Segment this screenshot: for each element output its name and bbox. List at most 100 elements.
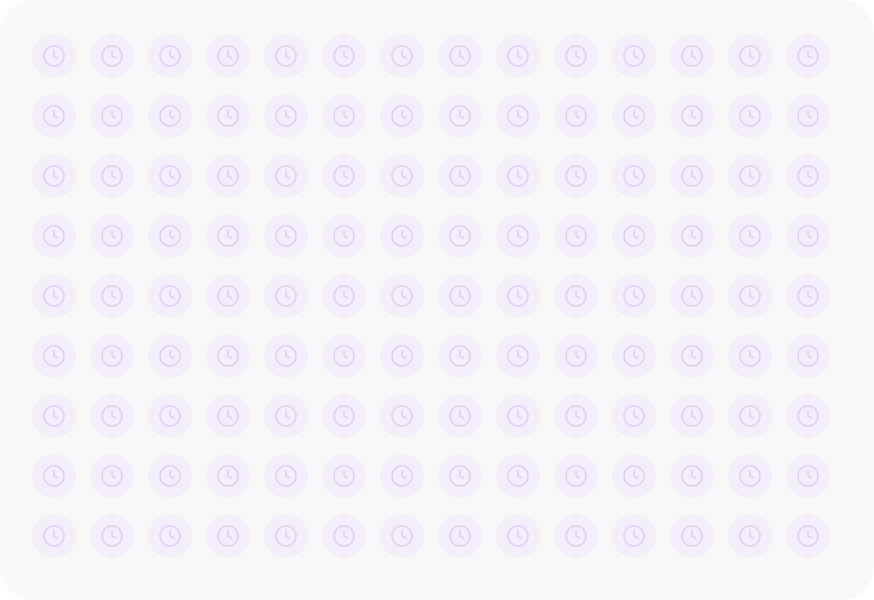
clock-icon — [623, 45, 645, 67]
clock-tile — [554, 514, 598, 558]
clock-tile — [670, 214, 714, 258]
clock-tile — [148, 274, 192, 318]
clock-tile — [670, 274, 714, 318]
clock-tile — [554, 274, 598, 318]
clock-icon — [275, 105, 297, 127]
clock-tile — [496, 94, 540, 138]
clock-tile — [380, 154, 424, 198]
clock-icon — [739, 165, 761, 187]
clock-tile — [786, 274, 830, 318]
clock-tile — [264, 334, 308, 378]
clock-icon — [507, 225, 529, 247]
clock-tile — [786, 154, 830, 198]
clock-tile — [496, 154, 540, 198]
clock-icon — [797, 45, 819, 67]
clock-tile — [670, 454, 714, 498]
clock-tile — [496, 394, 540, 438]
clock-tile — [380, 34, 424, 78]
clock-icon-grid — [32, 34, 830, 558]
clock-tile — [32, 394, 76, 438]
clock-icon — [275, 465, 297, 487]
clock-icon — [739, 465, 761, 487]
clock-icon — [391, 105, 413, 127]
clock-icon — [101, 285, 123, 307]
clock-tile — [496, 34, 540, 78]
clock-icon — [623, 165, 645, 187]
clock-tile — [438, 34, 482, 78]
clock-tile — [32, 454, 76, 498]
clock-tile — [496, 454, 540, 498]
clock-icon — [159, 225, 181, 247]
clock-icon — [739, 225, 761, 247]
clock-icon — [43, 225, 65, 247]
clock-tile — [322, 394, 366, 438]
clock-tile — [206, 394, 250, 438]
clock-icon — [507, 165, 529, 187]
clock-tile — [264, 214, 308, 258]
clock-icon — [43, 465, 65, 487]
clock-tile — [322, 154, 366, 198]
clock-icon — [217, 345, 239, 367]
clock-icon — [159, 525, 181, 547]
clock-icon — [159, 285, 181, 307]
clock-tile — [322, 454, 366, 498]
clock-icon — [681, 285, 703, 307]
clock-tile — [380, 334, 424, 378]
clock-icon — [565, 165, 587, 187]
clock-tile — [554, 334, 598, 378]
clock-icon — [797, 525, 819, 547]
clock-icon — [275, 285, 297, 307]
clock-icon — [391, 225, 413, 247]
clock-tile — [554, 214, 598, 258]
clock-tile — [90, 334, 134, 378]
clock-icon — [43, 105, 65, 127]
clock-tile — [728, 214, 772, 258]
clock-icon — [217, 465, 239, 487]
clock-icon — [449, 165, 471, 187]
clock-tile — [264, 274, 308, 318]
clock-tile — [148, 214, 192, 258]
clock-icon — [101, 105, 123, 127]
clock-tile — [496, 514, 540, 558]
clock-tile — [32, 94, 76, 138]
clock-icon — [739, 285, 761, 307]
clock-icon — [507, 405, 529, 427]
clock-icon — [217, 405, 239, 427]
clock-icon — [797, 105, 819, 127]
clock-tile — [670, 394, 714, 438]
clock-tile — [786, 34, 830, 78]
clock-icon — [565, 105, 587, 127]
clock-tile — [90, 94, 134, 138]
clock-icon — [623, 525, 645, 547]
clock-icon — [681, 105, 703, 127]
clock-tile — [32, 334, 76, 378]
clock-tile — [612, 94, 656, 138]
clock-icon — [797, 405, 819, 427]
clock-icon — [391, 345, 413, 367]
clock-tile — [264, 454, 308, 498]
clock-tile — [670, 94, 714, 138]
clock-icon — [681, 225, 703, 247]
clock-tile — [438, 94, 482, 138]
clock-icon — [101, 165, 123, 187]
clock-tile — [264, 34, 308, 78]
clock-tile — [728, 334, 772, 378]
clock-tile — [438, 274, 482, 318]
clock-icon — [507, 285, 529, 307]
clock-icon — [275, 45, 297, 67]
clock-tile — [32, 274, 76, 318]
clock-icon — [739, 45, 761, 67]
clock-icon — [43, 165, 65, 187]
clock-icon — [391, 285, 413, 307]
clock-tile — [554, 394, 598, 438]
clock-icon — [797, 285, 819, 307]
clock-tile — [554, 34, 598, 78]
clock-icon — [159, 45, 181, 67]
clock-tile — [148, 34, 192, 78]
clock-icon — [507, 45, 529, 67]
clock-icon — [159, 165, 181, 187]
clock-tile — [148, 454, 192, 498]
clock-tile — [728, 274, 772, 318]
clock-icon — [681, 45, 703, 67]
clock-tile — [612, 154, 656, 198]
